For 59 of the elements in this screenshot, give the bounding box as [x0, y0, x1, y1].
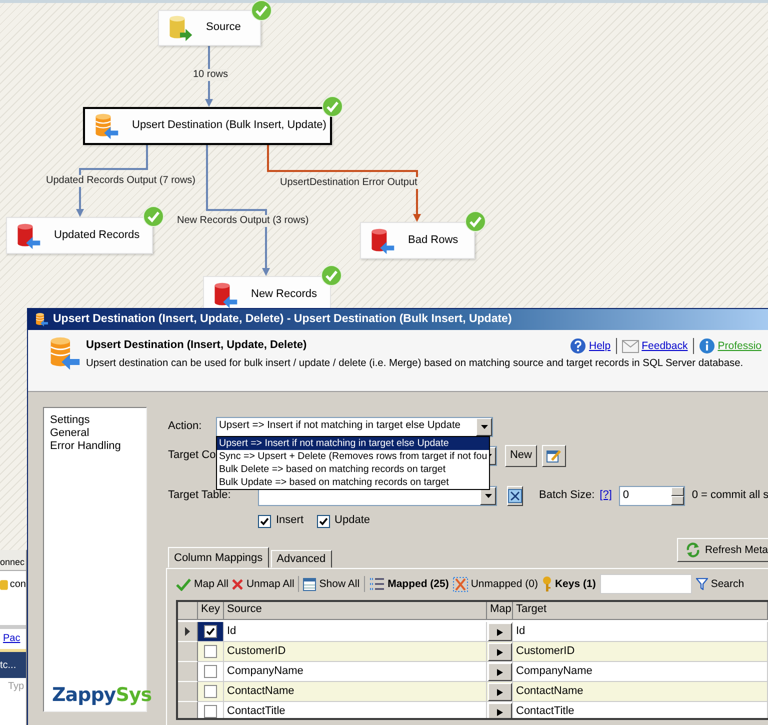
column-header: Source	[224, 602, 487, 620]
help-link[interactable]: [?]	[600, 489, 612, 503]
dropdown-option[interactable]: Bulk Update => based on matching records on target	[217, 476, 490, 489]
component-title: Upsert Destination (Insert, Update, Delete)	[86, 339, 308, 353]
node-label: Upsert Destination (Bulk Insert, Update)	[132, 119, 326, 133]
table-cell: ContactName	[513, 682, 768, 702]
toolbar-button[interactable]: Unmap All	[232, 578, 294, 590]
column-header: Typ	[7, 680, 26, 693]
path-label: UpsertDestination Error Output	[279, 177, 418, 189]
field-label: Target Co	[168, 449, 216, 462]
table-cell: ContactName	[224, 682, 487, 702]
column-header: Target	[513, 602, 768, 620]
task-node[interactable]: Updated Records	[6, 217, 153, 254]
field-label: Batch Size:	[539, 489, 595, 503]
tab[interactable]: Column Mappings	[168, 547, 269, 568]
tab[interactable]: Advanced	[270, 550, 332, 568]
toolbar-button[interactable]: Keys (1)	[542, 576, 596, 592]
nav-item[interactable]: Error Handling	[50, 440, 140, 453]
node-label: New Records	[251, 288, 318, 302]
path-label: 10 rows	[192, 69, 230, 81]
task-node[interactable]: Source	[158, 10, 261, 46]
node-label: Bad Rows	[408, 234, 458, 248]
toolbar-button[interactable]: Map All	[176, 578, 228, 590]
table-cell: ContactTitle	[224, 702, 487, 718]
checkbox-label: Insert	[276, 514, 304, 528]
panel-title: onnec	[0, 550, 26, 571]
dropdown-option[interactable]: Sync => Upsert + Delete (Removes rows from target if not fou	[217, 450, 490, 463]
brand-name: ZappySys	[52, 684, 152, 707]
search-button[interactable]: Search	[696, 578, 744, 590]
column-header: Map	[487, 602, 513, 620]
nav-item[interactable]: General	[50, 427, 140, 440]
toolbar-button[interactable]: Show All	[303, 578, 360, 590]
field-label: Action:	[168, 420, 203, 434]
path-label: New Records Output (3 rows)	[176, 215, 310, 227]
field-label: Target Table:	[168, 489, 232, 503]
new-button[interactable]: New	[505, 445, 537, 467]
connection-item[interactable]: con	[10, 578, 26, 591]
header-link[interactable]: Feedback	[642, 340, 688, 352]
table-cell: CustomerID	[224, 642, 487, 662]
toolbar-button[interactable]: Mapped (25)	[368, 577, 449, 591]
path-label: Updated Records Output (7 rows)	[45, 175, 197, 187]
node-label: Source	[206, 21, 241, 35]
nav-item[interactable]: Settings	[50, 414, 140, 427]
table-cell: ContactTitle	[513, 702, 768, 718]
task-node[interactable]: Upsert Destination (Bulk Insert, Update)	[83, 107, 332, 145]
task-node[interactable]: Bad Rows	[360, 222, 475, 259]
header-link[interactable]: Help	[589, 340, 611, 352]
panel-header: tc...	[0, 648, 26, 678]
description-text: Upsert destination can be used for bulk insert / update / delete (i.e. Merge) based on matching source and target records in SQL Server database.	[86, 358, 744, 370]
dropdown-option[interactable]: Bulk Delete => based on matching records on target	[217, 463, 490, 476]
checkbox-label: Update	[334, 514, 370, 528]
table-cell: CustomerID	[513, 642, 768, 662]
node-label: Updated Records	[54, 228, 140, 242]
window-title: Upsert Destination (Insert, Update, Delete) - Upsert Destination (Bulk Insert, Update)	[53, 312, 512, 326]
refresh-button[interactable]: Refresh Meta	[676, 538, 768, 562]
hint-text: 0 = commit all s	[692, 489, 768, 503]
dropdown-option[interactable]: Upsert => Insert if not matching in target else Update	[217, 437, 490, 450]
column-header: Key	[198, 602, 224, 620]
toolbar-button[interactable]: Unmapped (0)	[452, 576, 538, 592]
